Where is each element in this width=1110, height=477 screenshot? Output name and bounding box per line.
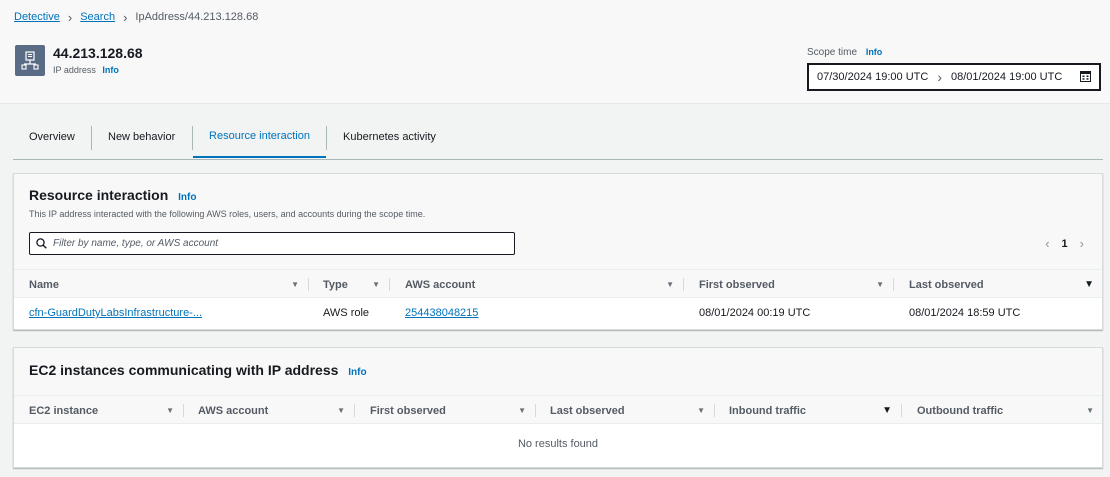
- tab-overview[interactable]: Overview: [29, 116, 75, 158]
- column-label: Last observed: [909, 278, 984, 291]
- tab-new-behavior[interactable]: New behavior: [108, 116, 175, 158]
- sort-down-icon[interactable]: ▼: [876, 280, 884, 289]
- column-label: AWS account: [198, 404, 269, 417]
- tab-kubernetes-activity[interactable]: Kubernetes activity: [343, 116, 436, 158]
- panel-title-text: EC2 instances communicating with IP addr…: [29, 362, 339, 378]
- tab-resource-interaction[interactable]: Resource interaction: [193, 116, 326, 158]
- sort-down-icon[interactable]: ▼: [518, 406, 526, 415]
- empty-state: No results found: [517, 438, 599, 450]
- calendar-icon[interactable]: [1080, 70, 1091, 85]
- column-header-aws-account[interactable]: AWS account ▼: [183, 396, 355, 425]
- chevron-right-icon: ›: [123, 9, 128, 25]
- panel-header: EC2 instances communicating with IP addr…: [14, 348, 1102, 395]
- sort-down-icon[interactable]: ▼: [372, 280, 380, 289]
- ec2-info-link[interactable]: Info: [348, 367, 366, 378]
- entity-type-label: IP address: [53, 65, 96, 75]
- column-header-first-observed[interactable]: First observed ▼: [355, 396, 536, 425]
- panel-header: Resource interaction Info This IP addres…: [14, 174, 1102, 269]
- column-header-inbound-traffic[interactable]: Inbound traffic ▼: [714, 396, 902, 425]
- ec2-instances-panel: EC2 instances communicating with IP addr…: [13, 347, 1103, 468]
- arrow-right-icon: ›: [937, 69, 942, 85]
- table-header: Name ▼ Type ▼ AWS account ▼ First observ…: [14, 269, 1102, 298]
- chevron-right-icon: ›: [67, 9, 73, 25]
- tab-divider: [326, 126, 327, 150]
- cell-first-observed: 08/01/2024 00:19 UTC: [699, 307, 811, 319]
- column-label: Outbound traffic: [917, 404, 1004, 417]
- sort-down-icon[interactable]: ▼: [166, 406, 174, 415]
- pagination: ‹ 1 ›: [1045, 236, 1084, 251]
- cell-name: cfn-GuardDutyLabsInfrastructure-...: [14, 298, 202, 328]
- table-header: EC2 instance ▼ AWS account ▼ First obser…: [14, 395, 1102, 424]
- cell-aws-account: 254438048215: [390, 298, 478, 328]
- panel-title: Resource interaction Info: [29, 187, 196, 203]
- column-header-ec2-instance[interactable]: EC2 instance ▼: [14, 396, 184, 425]
- panel-description: This IP address interacted with the foll…: [29, 209, 426, 219]
- sort-down-icon[interactable]: ▼: [697, 406, 705, 415]
- panel-title: EC2 instances communicating with IP addr…: [29, 362, 367, 378]
- column-label: EC2 instance: [29, 404, 99, 417]
- column-header-outbound-traffic[interactable]: Outbound traffic ▼: [902, 396, 1104, 425]
- cell-last-observed: 08/01/2024 18:59 UTC: [909, 307, 1021, 319]
- column-header-last-observed[interactable]: Last observed ▼: [894, 270, 1104, 299]
- column-header-aws-account[interactable]: AWS account ▼: [390, 270, 684, 299]
- column-label: Last observed: [550, 404, 625, 417]
- column-header-last-observed[interactable]: Last observed ▼: [535, 396, 715, 425]
- breadcrumb-search[interactable]: Search: [80, 11, 115, 23]
- scope-time-text: Scope time: [807, 47, 858, 58]
- sort-down-active-icon[interactable]: ▼: [1084, 279, 1094, 290]
- resource-info-link[interactable]: Info: [178, 192, 196, 203]
- sort-down-icon[interactable]: ▼: [1086, 406, 1094, 415]
- scope-time-label: Scope time Info: [807, 47, 882, 58]
- chevron-right-icon[interactable]: ›: [1080, 236, 1084, 251]
- column-header-type[interactable]: Type ▼: [308, 270, 390, 299]
- column-header-name[interactable]: Name ▼: [14, 270, 309, 299]
- sort-down-icon[interactable]: ▼: [337, 406, 345, 415]
- filter-input[interactable]: [53, 238, 514, 249]
- resource-interaction-panel: Resource interaction Info This IP addres…: [13, 173, 1103, 330]
- table-row: cfn-GuardDutyLabsInfrastructure-... AWS …: [14, 298, 1102, 328]
- entity-info-link[interactable]: Info: [102, 65, 119, 75]
- column-label: Inbound traffic: [729, 404, 806, 417]
- column-label: Name: [29, 278, 59, 291]
- scope-time-picker[interactable]: 07/30/2024 19:00 UTC › 08/01/2024 19:00 …: [807, 63, 1101, 91]
- tab-bar: Overview New behavior Resource interacti…: [13, 116, 1103, 160]
- sort-down-active-icon[interactable]: ▼: [882, 405, 892, 416]
- aws-account-link[interactable]: 254438048215: [405, 307, 478, 319]
- panel-title-text: Resource interaction: [29, 187, 169, 203]
- page-title: 44.213.128.68: [53, 45, 143, 61]
- column-header-first-observed[interactable]: First observed ▼: [684, 270, 894, 299]
- page-number[interactable]: 1: [1062, 238, 1068, 250]
- chevron-left-icon[interactable]: ‹: [1045, 236, 1049, 251]
- column-label: Type: [323, 278, 348, 291]
- breadcrumb-detective[interactable]: Detective: [14, 11, 60, 23]
- scope-info-link[interactable]: Info: [866, 47, 883, 57]
- column-label: AWS account: [405, 278, 476, 291]
- resource-name-link[interactable]: cfn-GuardDutyLabsInfrastructure-...: [29, 307, 202, 319]
- sort-down-icon[interactable]: ▼: [291, 280, 299, 289]
- filter-input-box[interactable]: [29, 232, 515, 255]
- tab-divider: [91, 126, 92, 150]
- search-icon: [36, 238, 47, 249]
- column-label: First observed: [699, 278, 775, 291]
- sort-down-icon[interactable]: ▼: [666, 280, 674, 289]
- scope-start: 07/30/2024 19:00 UTC: [817, 71, 929, 83]
- column-label: First observed: [370, 404, 446, 417]
- entity-subtitle: IP address Info: [53, 65, 119, 75]
- ip-address-icon: [15, 45, 45, 76]
- cell-type: AWS role: [323, 307, 370, 319]
- breadcrumb: Detective › Search › IpAddress/44.213.12…: [14, 9, 259, 25]
- breadcrumb-current: IpAddress/44.213.128.68: [135, 11, 259, 23]
- scope-end: 08/01/2024 19:00 UTC: [950, 71, 1063, 83]
